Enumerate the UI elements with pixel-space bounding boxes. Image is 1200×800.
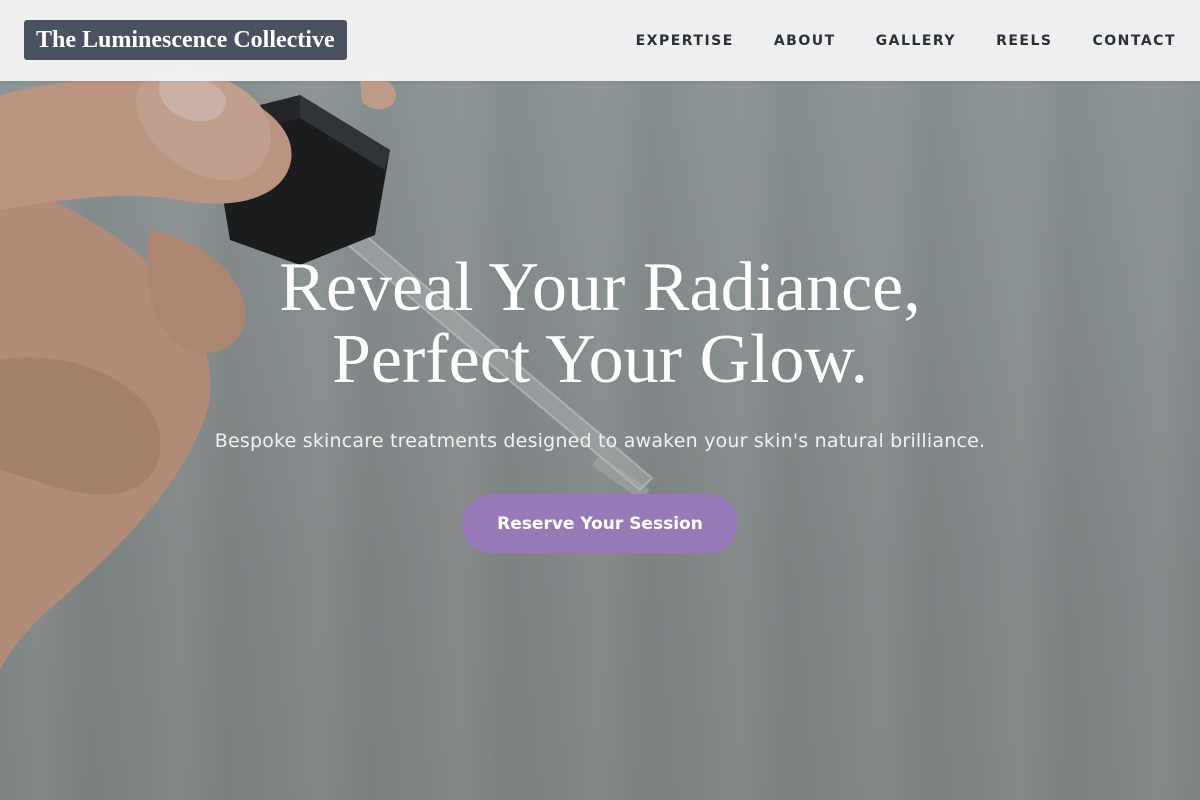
nav-item-about[interactable]: ABOUT — [774, 33, 836, 49]
nav-item-reels[interactable]: REELS — [996, 33, 1052, 49]
nav-item-contact[interactable]: CONTACT — [1092, 33, 1176, 49]
hero-section: Reveal Your Radiance, Perfect Your Glow.… — [0, 252, 1200, 553]
reserve-session-button[interactable]: Reserve Your Session — [462, 494, 738, 553]
hero-headline-line-1: Reveal Your Radiance, — [279, 249, 921, 326]
hero-headline-line-2: Perfect Your Glow. — [332, 321, 868, 398]
nav-item-expertise[interactable]: EXPERTISE — [636, 33, 734, 49]
main-nav: EXPERTISE ABOUT GALLERY REELS CONTACT — [596, 0, 1176, 81]
hero-subheadline: Bespoke skincare treatments designed to … — [214, 430, 986, 452]
site-logo[interactable]: The Luminescence Collective — [24, 20, 347, 60]
hero-headline: Reveal Your Radiance, Perfect Your Glow. — [0, 252, 1200, 396]
site-header: The Luminescence Collective EXPERTISE AB… — [0, 0, 1200, 81]
nav-item-gallery[interactable]: GALLERY — [876, 33, 956, 49]
